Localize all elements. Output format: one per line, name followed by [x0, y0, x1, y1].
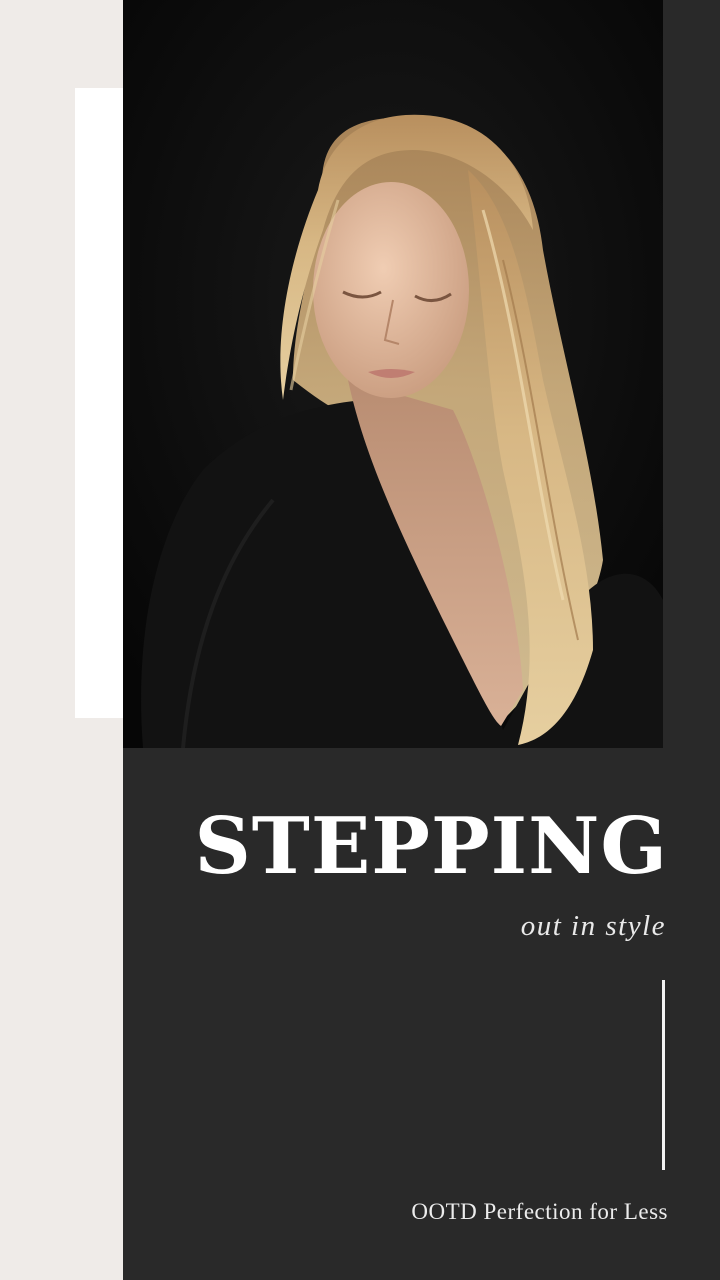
headline-title: STEPPING: [194, 801, 668, 892]
vertical-divider-line: [662, 980, 665, 1170]
headline-subtitle: out in style: [520, 910, 666, 942]
white-accent-bar: [75, 88, 123, 718]
story-canvas: STEPPING out in style OOTD Perfection fo…: [0, 0, 720, 1280]
model-photo: [123, 0, 663, 748]
tagline-text: OOTD Perfection for Less: [411, 1199, 668, 1224]
